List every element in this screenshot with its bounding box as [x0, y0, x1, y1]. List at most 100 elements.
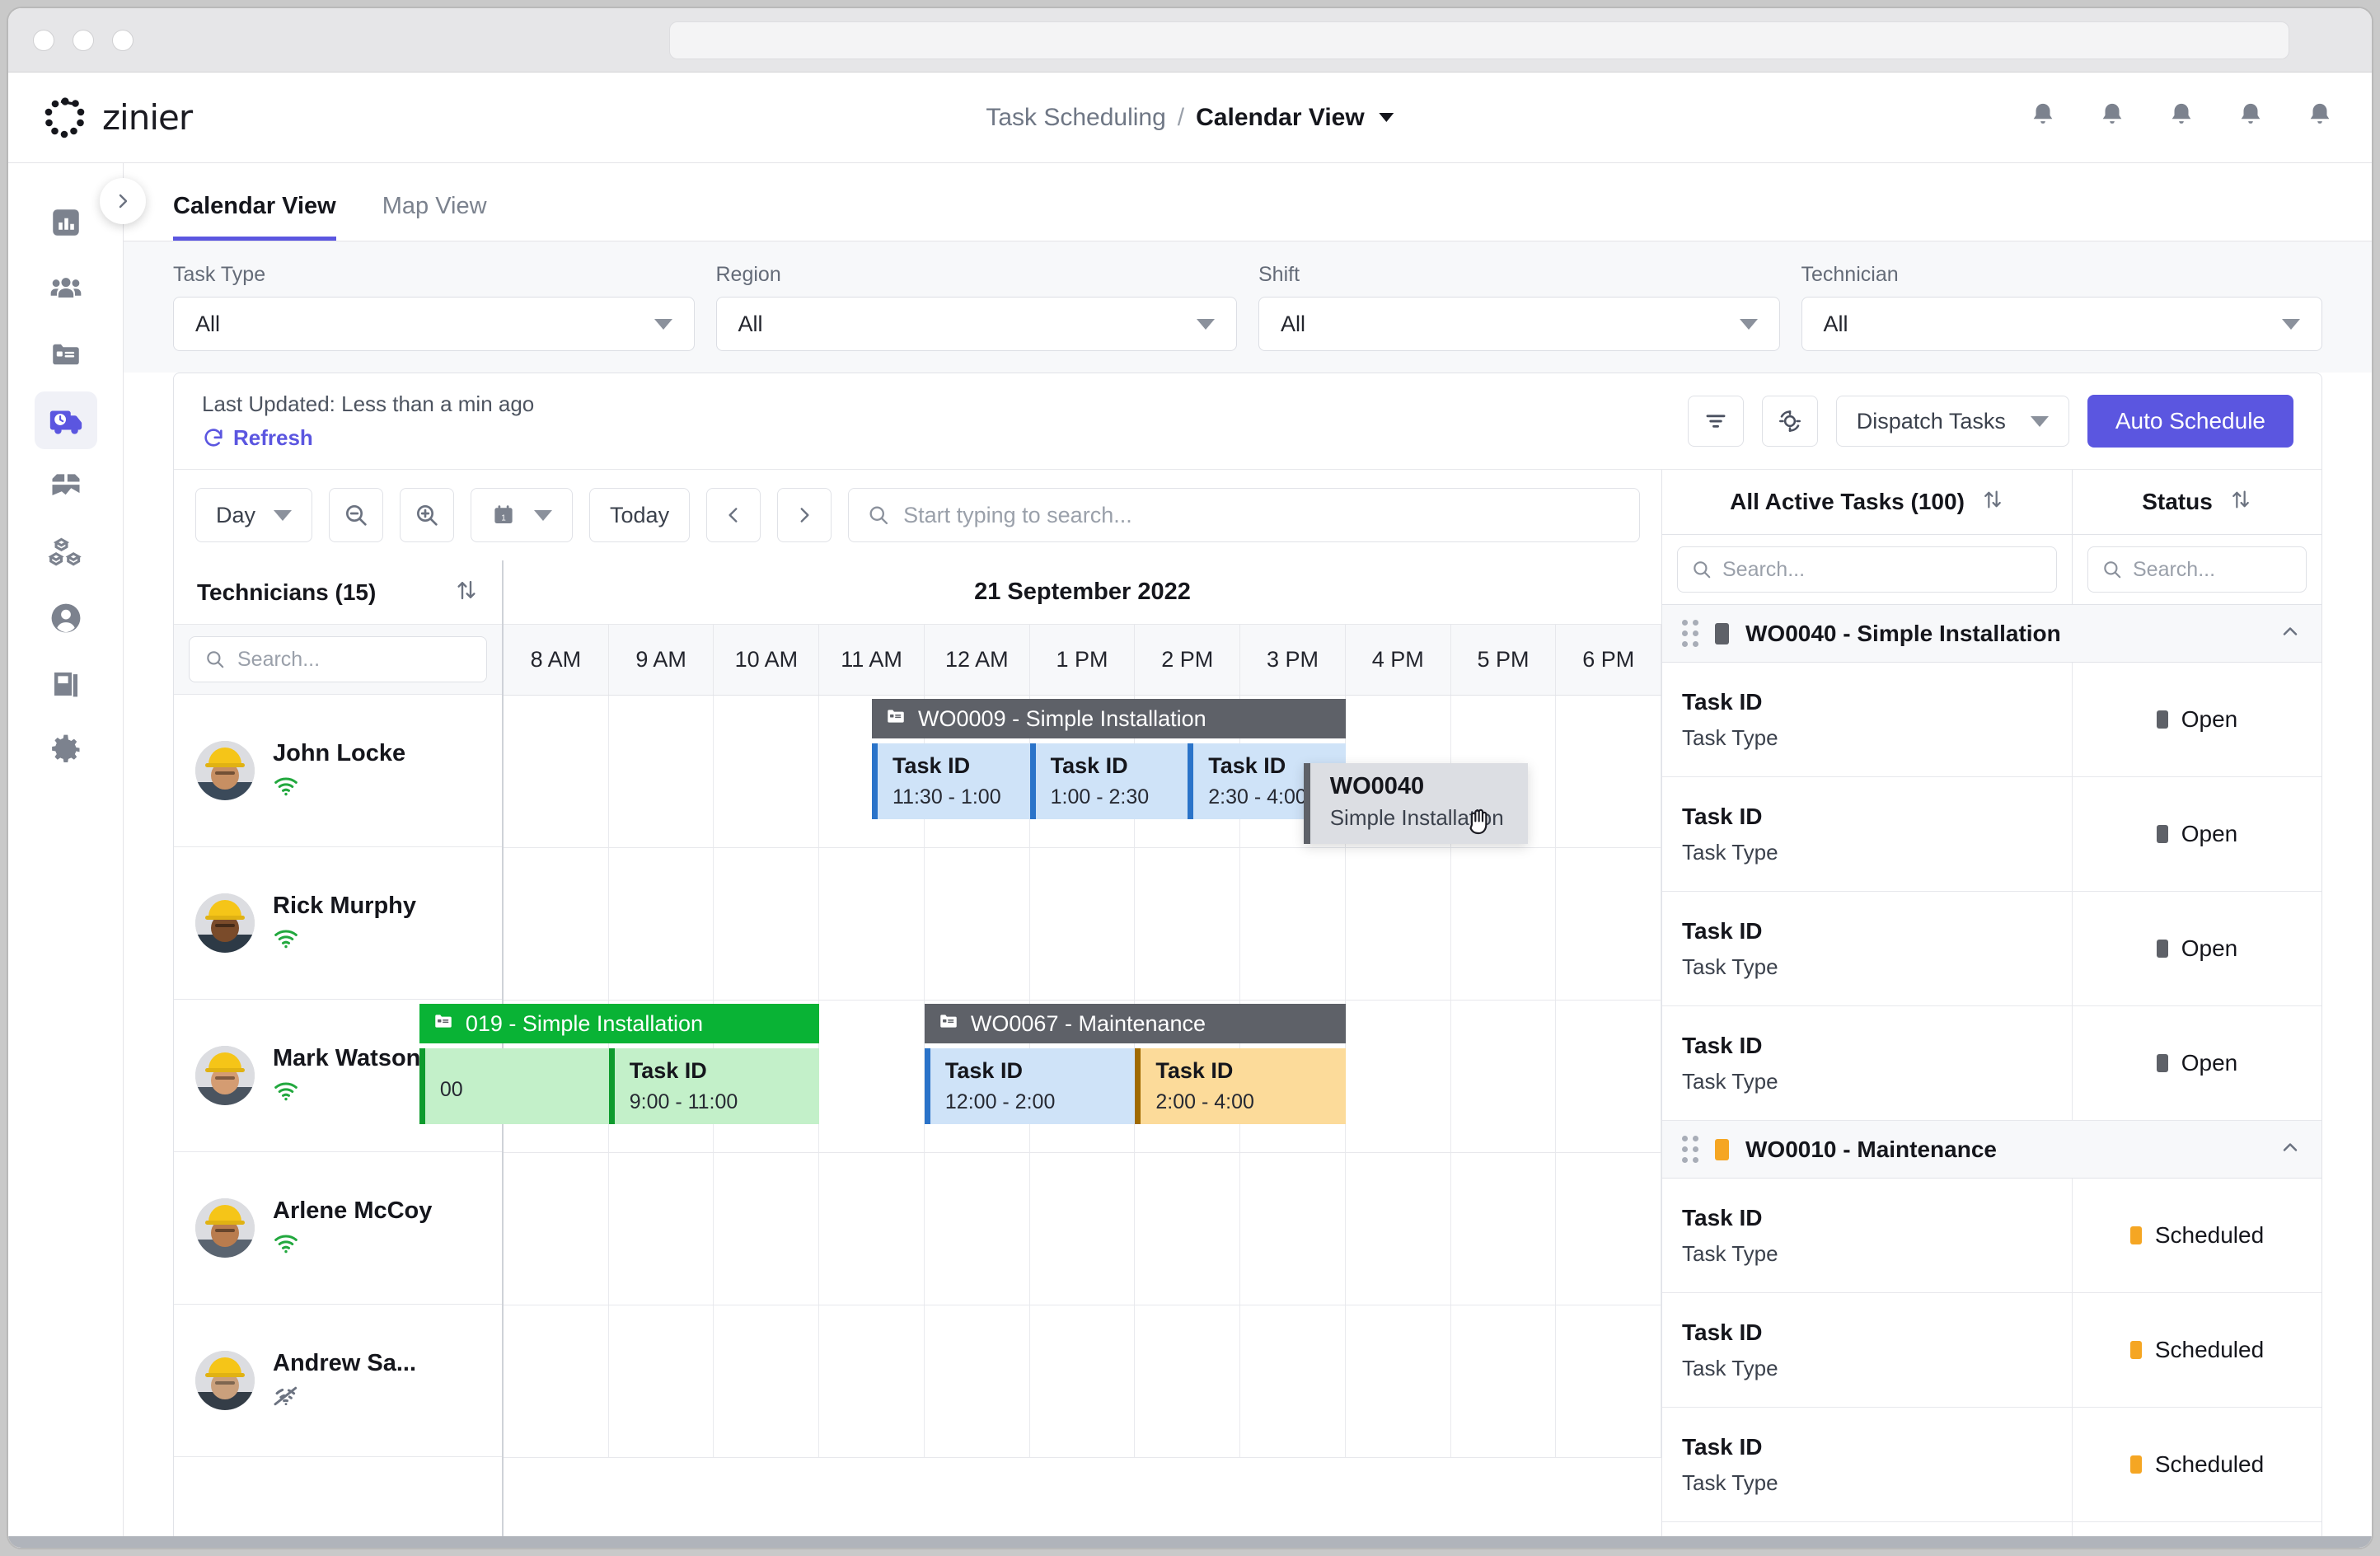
chevron-down-icon[interactable]	[1379, 113, 1394, 122]
view-tabs: Calendar View Map View	[124, 163, 2372, 241]
timeline-lane[interactable]	[504, 1153, 1662, 1305]
task-group-header[interactable]: WO0010 - Maintenance	[1662, 1121, 2321, 1179]
sidebar-item-work-orders[interactable]	[8, 321, 123, 387]
tab-map-view[interactable]: Map View	[382, 193, 487, 241]
shift-select[interactable]: All	[1258, 297, 1780, 351]
drag-handle-icon[interactable]	[1682, 620, 1698, 647]
region-select[interactable]: All	[715, 297, 1237, 351]
task-event[interactable]: Task ID 1:00 - 2:30	[1029, 743, 1188, 819]
zoom-out-button[interactable]	[329, 488, 384, 542]
dispatch-tasks-dropdown[interactable]: Dispatch Tasks	[1835, 396, 2069, 447]
work-order-header[interactable]: WO0009 - Simple Installation	[872, 699, 1346, 738]
sort-icon[interactable]	[454, 578, 479, 607]
task-group-header[interactable]: WO0040 - Simple Installation	[1662, 605, 2321, 663]
status-badge: Open	[2181, 1050, 2238, 1076]
drag-handle-icon[interactable]	[1682, 1136, 1698, 1163]
task-cell: Task ID Task Type	[1662, 1179, 2073, 1292]
breadcrumb-separator: /	[1177, 103, 1185, 131]
sort-icon[interactable]	[1981, 488, 2004, 517]
technician-row[interactable]: Rick Murphy	[174, 847, 502, 1000]
chevron-up-icon[interactable]	[2279, 620, 2302, 647]
maximize-window-dot[interactable]	[112, 29, 134, 51]
scheduler-toolbar: Last Updated: Less than a min ago Refres…	[174, 373, 2321, 470]
breadcrumb-current: Calendar View	[1196, 103, 1365, 131]
sidebar-item-inventory[interactable]	[8, 519, 123, 585]
previous-day-button[interactable]	[706, 488, 761, 542]
table-row[interactable]: Task ID Task Type Open	[1662, 663, 2321, 777]
task-event[interactable]: 00	[419, 1048, 609, 1124]
technician-select[interactable]: All	[1801, 297, 2322, 351]
auto-schedule-button[interactable]: Auto Schedule	[2087, 395, 2293, 448]
horizontal-scrollbar[interactable]	[8, 1536, 2372, 1548]
sidebar-item-settings[interactable]	[8, 717, 123, 783]
technician-search-input[interactable]: Search...	[189, 636, 487, 682]
task-event[interactable]: Task ID 2:00 - 4:00	[1135, 1048, 1346, 1124]
table-row[interactable]: Task ID Task Type Open	[1662, 777, 2321, 892]
toolbar-actions: Dispatch Tasks Auto Schedule	[1687, 395, 2293, 448]
task-event[interactable]: Task ID 9:00 - 11:00	[608, 1048, 820, 1124]
status-dot	[2156, 825, 2168, 843]
technician-row[interactable]: Andrew Sa...	[174, 1305, 502, 1457]
technician-name: Rick Murphy	[273, 893, 417, 919]
chevron-up-icon[interactable]	[2279, 1136, 2302, 1163]
close-window-dot[interactable]	[33, 29, 54, 51]
task-event[interactable]: Task ID 12:00 - 2:00	[924, 1048, 1136, 1124]
date-picker-button[interactable]: 1	[471, 488, 574, 542]
view-mode-dropdown[interactable]: Day	[195, 488, 313, 542]
expand-sidebar-button[interactable]	[100, 178, 146, 224]
timeline-lane[interactable]: 019 - Simple Installation 00 Task ID 9:0…	[419, 1001, 1662, 1153]
bell-icon[interactable]	[2098, 101, 2126, 134]
task-event[interactable]: Task ID 11:30 - 1:00	[872, 743, 1030, 819]
tab-calendar-view[interactable]: Calendar View	[173, 193, 336, 241]
drag-ghost-card[interactable]: WO0040 Simple Installation	[1303, 763, 1528, 844]
technician-row[interactable]: John Locke	[174, 695, 502, 847]
calendar-search-input[interactable]: Start typing to search...	[848, 488, 1640, 542]
optimize-button[interactable]	[1761, 396, 1818, 447]
table-row[interactable]: Task ID Task Type Scheduled	[1662, 1408, 2321, 1522]
bell-icon[interactable]	[2167, 101, 2195, 134]
sort-icon[interactable]	[2229, 488, 2252, 517]
window-controls[interactable]	[8, 29, 134, 51]
status-search-input[interactable]: Search...	[2087, 546, 2307, 593]
timeline-lane[interactable]	[504, 1305, 1662, 1458]
work-order-header[interactable]: 019 - Simple Installation	[419, 1004, 820, 1043]
minimize-window-dot[interactable]	[73, 29, 94, 51]
tasks-search-input[interactable]: Search...	[1677, 546, 2057, 593]
bell-icon[interactable]	[2029, 101, 2057, 134]
breadcrumb-parent[interactable]: Task Scheduling	[986, 104, 1165, 132]
technician-name: Arlene McCoy	[273, 1197, 433, 1224]
next-day-button[interactable]	[777, 488, 832, 542]
scheduler-card: Last Updated: Less than a min ago Refres…	[8, 373, 2372, 1548]
region-value: All	[738, 311, 763, 336]
refresh-button[interactable]: Refresh	[202, 425, 534, 451]
table-row[interactable]: Task ID Task Type Open	[1662, 892, 2321, 1006]
brand-logo[interactable]: zinier	[8, 94, 193, 142]
zoom-in-button[interactable]	[400, 488, 455, 542]
task-type-select[interactable]: All	[173, 297, 695, 351]
technician-row[interactable]: Arlene McCoy	[174, 1152, 502, 1305]
bell-icon[interactable]	[2306, 101, 2334, 134]
sidebar-item-dispatch[interactable]	[8, 387, 123, 453]
bell-icon[interactable]	[2237, 101, 2265, 134]
status-badge: Scheduled	[2154, 1222, 2265, 1248]
tasks-column-header: All Active Tasks (100)	[1662, 470, 2073, 534]
table-row[interactable]: Task ID Task Type Scheduled	[1662, 1293, 2321, 1408]
group-color-swatch	[1715, 622, 1729, 644]
today-button[interactable]: Today	[589, 488, 691, 542]
status-badge: Open	[2181, 821, 2238, 846]
breadcrumb: Task Scheduling / Calendar View	[986, 104, 1394, 132]
work-order-header[interactable]: WO0067 - Maintenance	[924, 1004, 1346, 1043]
technician-info: John Locke	[273, 740, 405, 801]
sidebar-item-teams[interactable]	[8, 255, 123, 321]
tasks-list[interactable]: WO0040 - Simple Installation Task ID Tas…	[1662, 605, 2321, 1548]
address-bar[interactable]	[669, 21, 2289, 59]
table-row[interactable]: Task ID Task Type Open	[1662, 1006, 2321, 1121]
sidebar-item-parts[interactable]	[8, 453, 123, 519]
table-row[interactable]: Task ID Task Type Scheduled	[1662, 1179, 2321, 1293]
filter-button[interactable]	[1687, 396, 1744, 447]
last-updated-text: Last Updated: Less than a min ago	[202, 391, 535, 416]
sidebar-item-knowledge[interactable]	[8, 651, 123, 717]
chevron-down-icon	[2282, 318, 2300, 330]
timeline-lane[interactable]	[504, 848, 1662, 1001]
sidebar-item-customers[interactable]	[8, 585, 123, 651]
